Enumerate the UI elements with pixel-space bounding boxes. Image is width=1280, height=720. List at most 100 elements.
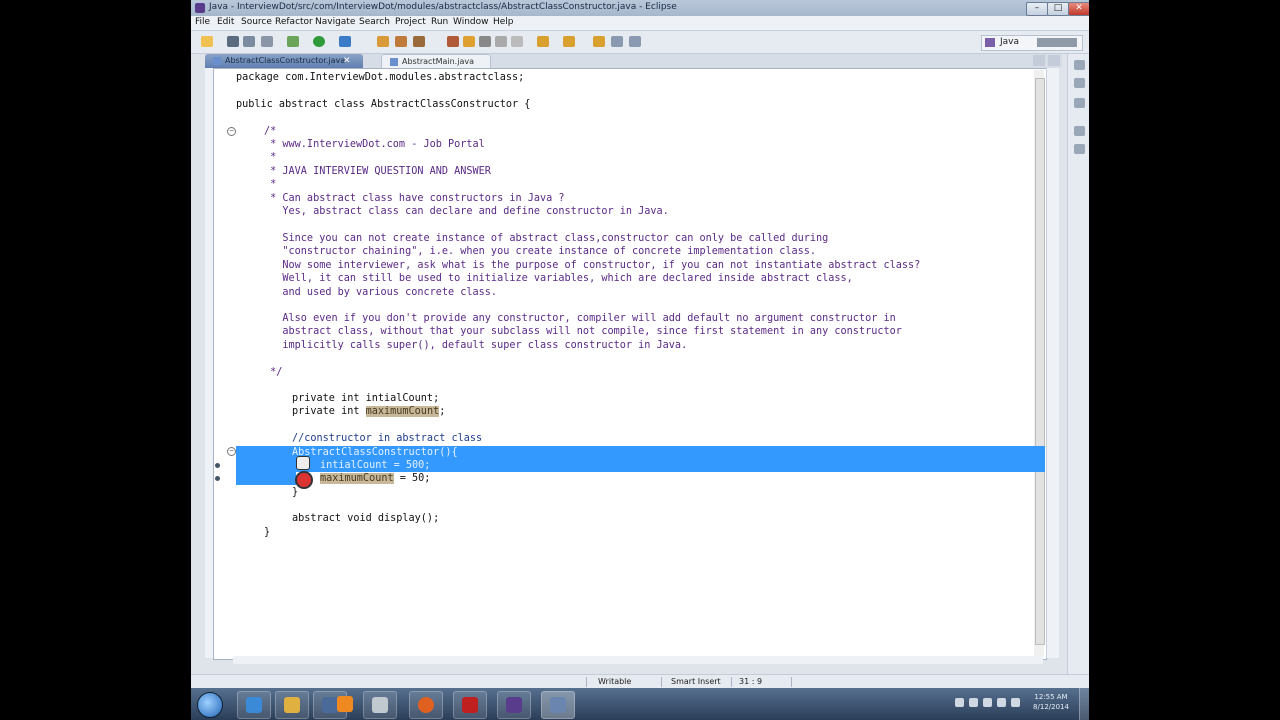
restore-icon[interactable]	[1074, 60, 1085, 70]
perspective-switcher[interactable]: Java	[981, 35, 1083, 51]
debug-perspective-button[interactable]	[1037, 38, 1077, 47]
show-desktop-button[interactable]	[1079, 688, 1089, 720]
taskbar-filezilla[interactable]	[453, 691, 487, 719]
problems-icon[interactable]	[1074, 126, 1085, 136]
taskbar: 12:55 AM 8/12/2014	[191, 688, 1089, 720]
search-icon[interactable]	[447, 36, 459, 47]
code-line: /*	[264, 126, 277, 137]
maximize-editor-icon[interactable]	[1048, 55, 1060, 66]
print-icon[interactable]	[261, 36, 273, 47]
taskbar-ie[interactable]	[237, 691, 271, 719]
taskbar-vlc[interactable]	[329, 691, 361, 717]
close-tab-icon[interactable]: ✕	[343, 54, 351, 68]
taskbar-firefox[interactable]	[409, 691, 443, 719]
code-line: Now some interviewer, ask what is the pu…	[264, 260, 921, 271]
mark-occurrences-icon[interactable]	[463, 36, 475, 47]
menu-file[interactable]: File	[195, 17, 210, 27]
title-bar: Java - InterviewDot/src/com/InterviewDot…	[191, 0, 1089, 16]
run-icon[interactable]	[313, 36, 325, 47]
toggle-block-icon[interactable]	[479, 36, 491, 47]
next-annotation-icon[interactable]	[537, 36, 549, 47]
toggle-breadcrumb-icon[interactable]	[511, 36, 523, 47]
minimize-editor-icon[interactable]	[1033, 55, 1045, 66]
new-icon[interactable]	[201, 36, 213, 47]
new-package-icon[interactable]	[377, 36, 389, 47]
tab-label: AbstractClassConstructor.java	[225, 56, 346, 65]
back-icon[interactable]	[611, 36, 623, 47]
tray-battery-icon[interactable]	[1011, 698, 1020, 707]
drag-cursor-icon	[296, 456, 310, 470]
save-all-icon[interactable]	[243, 36, 255, 47]
vertical-scrollbar[interactable]	[1034, 70, 1045, 656]
annotation-ruler	[205, 68, 213, 658]
menu-source[interactable]: Source	[241, 17, 272, 27]
tab-label: AbstractMain.java	[402, 57, 474, 66]
status-divider	[731, 677, 732, 687]
menu-edit[interactable]: Edit	[217, 17, 234, 27]
occurrence-marker-icon	[215, 463, 220, 468]
clock[interactable]: 12:55 AM 8/12/2014	[1026, 692, 1076, 712]
menu-refactor[interactable]: Refactor	[275, 17, 313, 27]
main-toolbar: Java	[191, 31, 1089, 54]
code-line: private int maximumCount;	[292, 405, 445, 418]
status-divider	[661, 677, 662, 687]
tray-network-icon[interactable]	[983, 698, 992, 707]
code-line: private int intialCount;	[292, 393, 440, 404]
code-line: *	[264, 152, 277, 163]
side-panel	[1067, 54, 1089, 674]
code-line: * JAVA INTERVIEW QUESTION AND ANSWER	[264, 166, 491, 177]
scrollbar-thumb[interactable]	[1035, 78, 1045, 645]
clock-date: 8/12/2014	[1033, 703, 1069, 711]
taskbar-player[interactable]	[363, 691, 397, 719]
tab-abstract-main[interactable]: AbstractMain.java	[381, 54, 491, 69]
taskbar-explorer[interactable]	[275, 691, 309, 719]
outline-icon[interactable]	[1074, 78, 1085, 88]
tray-volume-icon[interactable]	[997, 698, 1006, 707]
save-icon[interactable]	[227, 36, 239, 47]
java-file-icon	[390, 57, 398, 66]
code-editor[interactable]	[213, 68, 1047, 660]
external-tools-icon[interactable]	[339, 36, 351, 47]
start-button[interactable]	[197, 692, 223, 718]
menu-run[interactable]: Run	[431, 17, 448, 27]
perspective-label: Java	[1000, 37, 1020, 47]
code-token: = 50;	[393, 473, 431, 484]
tray-flag-icon[interactable]	[969, 698, 978, 707]
code-line: abstract class, without that your subcla…	[264, 326, 902, 337]
close-button[interactable]: ✕	[1068, 2, 1089, 16]
prev-annotation-icon[interactable]	[563, 36, 575, 47]
occurrence-marker-icon	[215, 476, 220, 481]
menu-project[interactable]: Project	[395, 17, 426, 27]
taskbar-eclipse[interactable]	[497, 691, 531, 719]
debug-icon[interactable]	[287, 36, 299, 47]
unused-variable-warning: maximumCount	[320, 473, 394, 484]
status-bar: Writable Smart Insert 31 : 9	[191, 674, 1089, 689]
code-line: }	[292, 487, 299, 498]
last-edit-icon[interactable]	[593, 36, 605, 47]
menu-window[interactable]: Window	[453, 17, 489, 27]
new-class-icon[interactable]	[395, 36, 407, 47]
menu-navigate[interactable]: Navigate	[315, 17, 355, 27]
task-list-icon[interactable]	[1074, 98, 1085, 108]
open-type-icon[interactable]	[413, 36, 425, 47]
status-divider	[586, 677, 587, 687]
code-token: private int	[292, 406, 366, 417]
fold-toggle-icon[interactable]: −	[227, 447, 236, 456]
forward-icon[interactable]	[629, 36, 641, 47]
editor-tab-row: AbstractClassConstructor.java ✕ Abstract…	[205, 54, 1062, 69]
show-whitespace-icon[interactable]	[495, 36, 507, 47]
taskbar-recorder[interactable]	[541, 691, 575, 719]
menu-help[interactable]: Help	[493, 17, 514, 27]
javadoc-icon[interactable]	[1074, 144, 1085, 154]
maximize-button[interactable]: □	[1047, 2, 1069, 16]
unused-variable-warning: maximumCount	[365, 406, 440, 417]
clock-time: 12:55 AM	[1034, 693, 1068, 701]
horizontal-scrollbar[interactable]	[233, 656, 1043, 664]
eclipse-icon	[195, 3, 205, 13]
minimize-button[interactable]: –	[1026, 2, 1048, 16]
tray-arrow-icon[interactable]	[955, 698, 964, 707]
fold-toggle-icon[interactable]: −	[227, 127, 236, 136]
menu-search[interactable]: Search	[359, 17, 390, 27]
code-line: Yes, abstract class can declare and defi…	[264, 206, 669, 217]
tab-abstract-class-constructor[interactable]: AbstractClassConstructor.java ✕	[205, 54, 363, 68]
